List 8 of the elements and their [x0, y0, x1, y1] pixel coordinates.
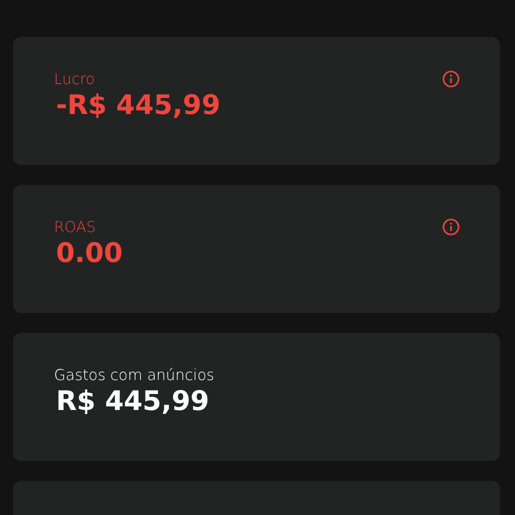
info-icon[interactable] [442, 218, 460, 236]
metric-value: -R$ 445,99 [56, 90, 220, 121]
metric-label: Gastos com anúncios [54, 366, 214, 384]
metric-value: R$ 445,99 [56, 386, 210, 417]
info-icon[interactable] [442, 70, 460, 88]
metric-label: ROAS [54, 218, 96, 236]
metric-value: 0.00 [56, 238, 123, 269]
metric-label: Lucro [54, 70, 95, 88]
